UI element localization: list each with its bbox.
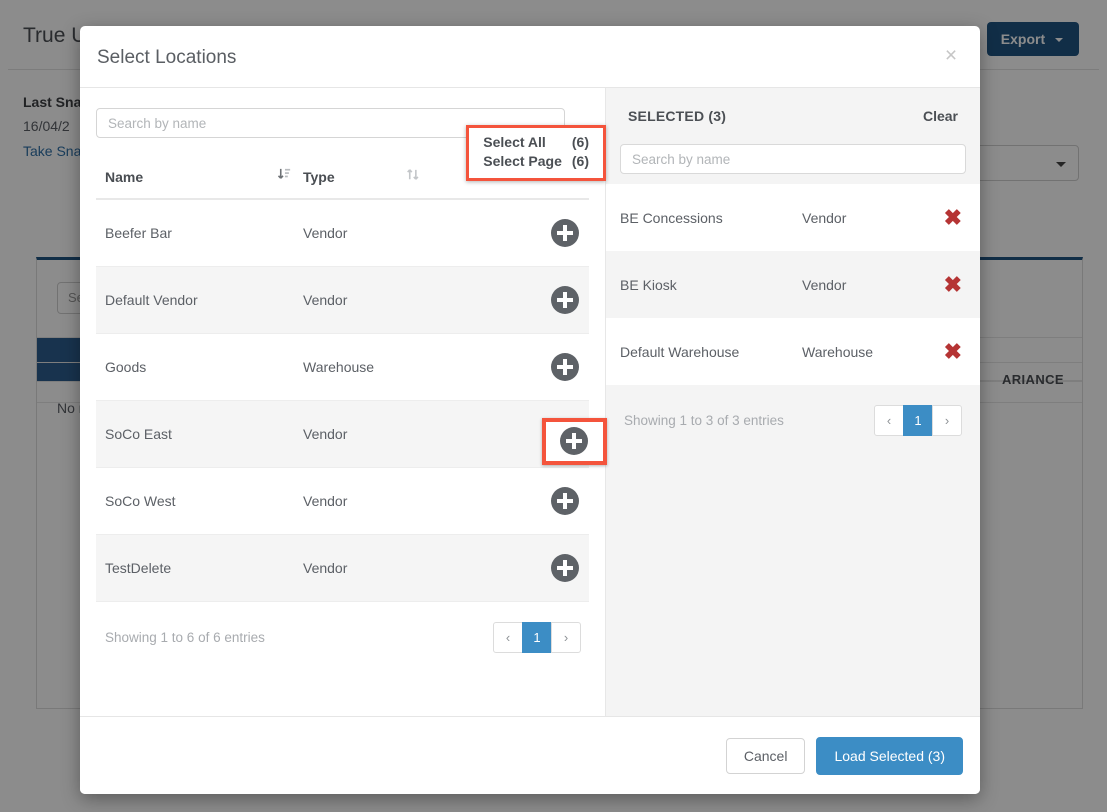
select-all-count: (6) — [572, 133, 589, 152]
location-type: Vendor — [303, 292, 347, 308]
location-type: Vendor — [303, 225, 347, 241]
modal-title: Select Locations — [97, 47, 236, 69]
page-root: True U Export Last Sna 16/04/2 Take Sna … — [0, 0, 1107, 812]
location-type: Vendor — [802, 277, 846, 293]
selected-header: SELECTED (3) Clear — [620, 88, 966, 144]
column-header-name[interactable]: Name — [105, 169, 143, 185]
add-location-button[interactable] — [551, 219, 579, 247]
location-name: Goods — [105, 359, 146, 375]
remove-location-icon[interactable]: ✖ — [944, 207, 962, 229]
pagination-page-1[interactable]: 1 — [903, 405, 933, 436]
select-all-label: Select All — [483, 133, 546, 152]
add-cell — [551, 487, 579, 515]
column-header-type[interactable]: Type — [303, 169, 335, 185]
table-header: Name Type — [96, 156, 589, 200]
location-name: SoCo West — [105, 493, 176, 509]
add-location-button[interactable] — [551, 353, 579, 381]
table-row: Default Vendor Vendor — [96, 267, 589, 334]
add-cell — [551, 219, 579, 247]
location-name: Default Vendor — [105, 292, 198, 308]
available-locations-pane: Name Type — [80, 88, 605, 716]
add-location-button[interactable] — [551, 554, 579, 582]
remove-location-icon[interactable]: ✖ — [944, 341, 962, 363]
add-cell — [551, 286, 579, 314]
add-cell — [551, 353, 579, 381]
select-page-count: (6) — [572, 152, 589, 171]
select-locations-modal: Select Locations × Name — [80, 26, 980, 794]
location-name: BE Kiosk — [620, 277, 677, 293]
pagination-prev[interactable]: ‹ — [493, 622, 523, 653]
cancel-button[interactable]: Cancel — [726, 738, 806, 774]
load-selected-button[interactable]: Load Selected (3) — [816, 737, 963, 775]
location-name: Default Warehouse — [620, 344, 739, 360]
modal-footer: Cancel Load Selected (3) — [80, 716, 980, 794]
add-cell — [551, 554, 579, 582]
location-name: SoCo East — [105, 426, 172, 442]
list-item: BE Concessions Vendor ✖ — [606, 184, 980, 251]
location-name: BE Concessions — [620, 210, 723, 226]
pagination-next[interactable]: › — [551, 622, 581, 653]
pagination: ‹ 1 › — [494, 622, 581, 653]
selected-search-input[interactable] — [620, 144, 966, 174]
pagination: ‹ 1 › — [875, 405, 962, 436]
showing-entries: Showing 1 to 3 of 3 entries — [624, 413, 784, 428]
pagination-page-1[interactable]: 1 — [522, 622, 552, 653]
location-type: Warehouse — [303, 359, 374, 375]
selected-footer: Showing 1 to 3 of 3 entries ‹ 1 › — [620, 385, 966, 455]
add-location-button[interactable] — [551, 487, 579, 515]
table-row: SoCo West Vendor — [96, 468, 589, 535]
table-row: SoCo East Vendor — [96, 401, 589, 468]
location-type: Vendor — [802, 210, 846, 226]
list-item: BE Kiosk Vendor ✖ — [606, 251, 980, 318]
available-footer: Showing 1 to 6 of 6 entries ‹ 1 › — [96, 602, 589, 672]
table-row: Goods Warehouse — [96, 334, 589, 401]
remove-location-icon[interactable]: ✖ — [944, 274, 962, 296]
modal-header: Select Locations × — [80, 26, 980, 88]
select-page-button[interactable]: Select Page (6) — [483, 152, 589, 171]
select-all-button[interactable]: Select All (6) — [483, 133, 589, 152]
add-location-highlight — [542, 418, 607, 465]
pagination-next[interactable]: › — [932, 405, 962, 436]
list-item: Default Warehouse Warehouse ✖ — [606, 318, 980, 385]
location-type: Vendor — [303, 560, 347, 576]
select-links-highlight: Select All (6) Select Page (6) — [466, 125, 606, 181]
sort-ascending-icon[interactable] — [277, 167, 292, 187]
showing-entries: Showing 1 to 6 of 6 entries — [105, 630, 265, 645]
pagination-prev[interactable]: ‹ — [874, 405, 904, 436]
table-row: TestDelete Vendor — [96, 535, 589, 602]
add-location-button[interactable] — [551, 286, 579, 314]
close-icon[interactable]: × — [938, 43, 964, 69]
table-row: Beefer Bar Vendor — [96, 200, 589, 267]
modal-body: Name Type — [80, 88, 980, 716]
location-type: Warehouse — [802, 344, 873, 360]
selected-locations-pane: SELECTED (3) Clear BE Concessions Vendor… — [605, 88, 980, 716]
location-type: Vendor — [303, 426, 347, 442]
selected-list: BE Concessions Vendor ✖ BE Kiosk Vendor … — [620, 184, 966, 385]
select-page-label: Select Page — [483, 152, 562, 171]
location-name: TestDelete — [105, 560, 171, 576]
location-name: Beefer Bar — [105, 225, 172, 241]
location-type: Vendor — [303, 493, 347, 509]
selected-count-heading: SELECTED (3) — [628, 108, 726, 124]
clear-button[interactable]: Clear — [923, 108, 958, 124]
add-location-button[interactable] — [560, 427, 588, 455]
sort-icon[interactable] — [406, 167, 421, 187]
